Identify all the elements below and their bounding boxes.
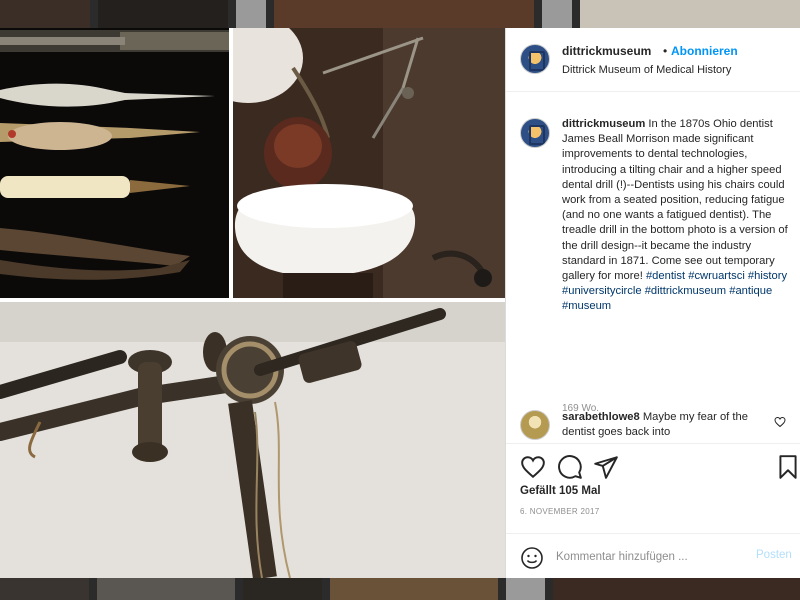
follow-button[interactable]: Abonnieren [671,44,738,58]
like-count[interactable]: Gefällt 105 Mal [520,485,601,497]
commenter-avatar[interactable] [520,410,550,440]
caption-username[interactable]: dittrickmuseum [562,118,645,130]
screenshot-stage: dittrickmuseum • Abonnieren Dittrick Mus… [0,0,800,600]
background-gallery-bottom [0,578,800,600]
separator-dot: • [663,44,668,58]
background-gallery-top [0,0,800,30]
post-header: dittrickmuseum • Abonnieren Dittrick Mus… [506,28,800,92]
post-image-collage[interactable] [0,28,505,578]
comment-item: sarabethlowe8 Maybe my fear of the denti… [506,408,800,440]
post-comment-button[interactable]: Posten [756,549,792,561]
caption-text: In the 1870s Ohio dentist James Beall Mo… [562,118,788,283]
commenter-username[interactable]: sarabethlowe8 [562,411,640,423]
photo-treadle-drill [0,302,505,578]
post-date: 6. NOVEMBER 2017 [520,507,600,516]
comment-bubble-icon[interactable] [557,454,583,480]
photo-dental-tools [0,28,229,298]
smiley-icon[interactable] [520,546,544,570]
post-detail-panel: dittrickmuseum • Abonnieren Dittrick Mus… [505,28,800,578]
caption-avatar[interactable] [520,118,550,148]
profile-avatar[interactable] [520,44,550,74]
post-location[interactable]: Dittrick Museum of Medical History [562,64,731,76]
add-comment-bar: Posten [506,533,800,578]
photo-dental-chair [233,28,505,298]
caption-section: dittrickmuseum In the 1870s Ohio dentist… [506,108,800,414]
comment-input[interactable] [556,544,746,570]
post-caption: dittrickmuseum In the 1870s Ohio dentist… [562,117,788,315]
comment-heart-icon[interactable] [774,416,786,428]
heart-icon[interactable] [520,454,546,480]
bookmark-icon[interactable] [775,454,800,480]
paper-plane-icon[interactable] [593,454,619,480]
comment-text-block: sarabethlowe8 Maybe my fear of the denti… [562,410,762,440]
post-username[interactable]: dittrickmuseum [562,44,651,58]
